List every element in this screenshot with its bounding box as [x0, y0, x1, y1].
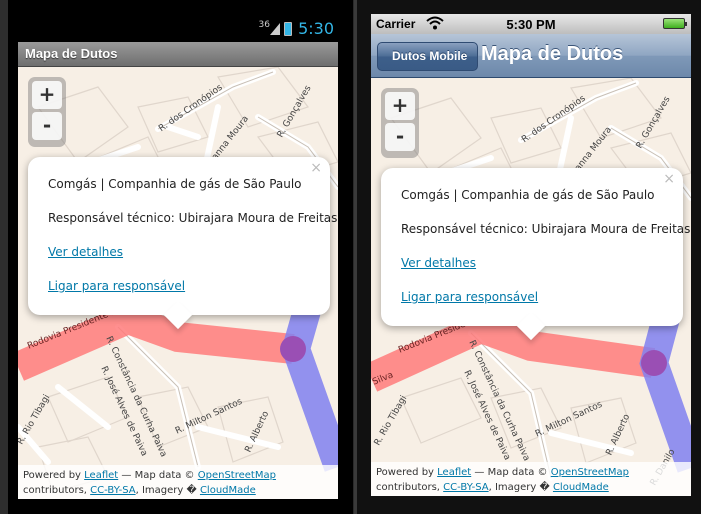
map-attribution: Powered by Leaflet — Map data © OpenStre… [371, 462, 691, 496]
zoom-out-button[interactable]: - [32, 112, 62, 140]
osm-link[interactable]: OpenStreetMap [551, 467, 629, 478]
cloudmade-link[interactable]: CloudMade [200, 485, 256, 496]
battery-icon [284, 22, 292, 36]
license-link[interactable]: CC-BY-SA [443, 482, 488, 493]
map[interactable]: R. dos Cronópios mir Vianna Moura R. Gon… [371, 78, 691, 496]
iphone-clock: 5:30 PM [506, 17, 556, 32]
call-technician-link[interactable]: Ligar para responsável [48, 279, 185, 293]
zoom-in-button[interactable]: + [32, 81, 62, 109]
android-device: 36 5:30 Mapa de Dutos R. dos Cronópios m… [0, 0, 353, 514]
close-icon[interactable]: × [663, 171, 675, 187]
iphone-device: Carrier 5:30 PM Dutos Mobile Mapa de Dut… [354, 0, 701, 514]
popup-company: Comgás | Companhia de gás de São Paulo [401, 188, 655, 202]
leaflet-link[interactable]: Leaflet [84, 470, 118, 481]
zoom-out-button[interactable]: - [385, 123, 415, 151]
iphone-map-viewport[interactable]: R. dos Cronópios mir Vianna Moura R. Gon… [371, 78, 691, 496]
popup-company: Comgás | Companhia de gás de São Paulo [48, 177, 302, 191]
page-title: Mapa de Dutos [481, 43, 624, 65]
map-popup: × Comgás | Companhia de gás de São Paulo… [381, 168, 691, 341]
map[interactable]: R. dos Cronópios mir Vianna Moura R. Gon… [18, 67, 338, 499]
zoom-in-button[interactable]: + [385, 92, 415, 120]
screenshot-stage: 36 5:30 Mapa de Dutos R. dos Cronópios m… [0, 0, 701, 514]
battery-icon [663, 18, 687, 29]
iphone-edge [354, 0, 357, 514]
cloudmade-link[interactable]: CloudMade [553, 482, 609, 493]
iphone-nav-bar: Dutos Mobile Mapa de Dutos [371, 34, 691, 78]
license-link[interactable]: CC-BY-SA [90, 485, 135, 496]
call-technician-link[interactable]: Ligar para responsável [401, 290, 538, 304]
map-attribution: Powered by Leaflet — Map data © OpenStre… [18, 465, 338, 499]
map-popup: × Comgás | Companhia de gás de São Paulo… [28, 157, 338, 330]
zoom-control: + - [28, 77, 66, 147]
popup-technician: Responsável técnico: Ubirajara Moura de … [401, 222, 691, 236]
osm-link[interactable]: OpenStreetMap [198, 470, 276, 481]
leaflet-link[interactable]: Leaflet [437, 467, 471, 478]
android-map-viewport[interactable]: R. dos Cronópios mir Vianna Moura R. Gon… [18, 67, 338, 499]
details-link[interactable]: Ver detalhes [48, 245, 123, 259]
iphone-status-bar: Carrier 5:30 PM [371, 14, 691, 34]
android-title-bar: Mapa de Dutos [18, 42, 338, 67]
signal-strength: 36 [258, 20, 270, 30]
signal-icon [270, 23, 280, 35]
close-icon[interactable]: × [310, 160, 322, 176]
popup-technician: Responsável técnico: Ubirajara Moura de … [48, 211, 338, 225]
page-title: Mapa de Dutos [25, 46, 118, 61]
details-link[interactable]: Ver detalhes [401, 256, 476, 270]
android-status-bar: 36 5:30 [18, 17, 338, 41]
back-button[interactable]: Dutos Mobile [377, 42, 479, 71]
android-clock: 5:30 [298, 19, 334, 38]
zoom-control: + - [381, 88, 419, 158]
